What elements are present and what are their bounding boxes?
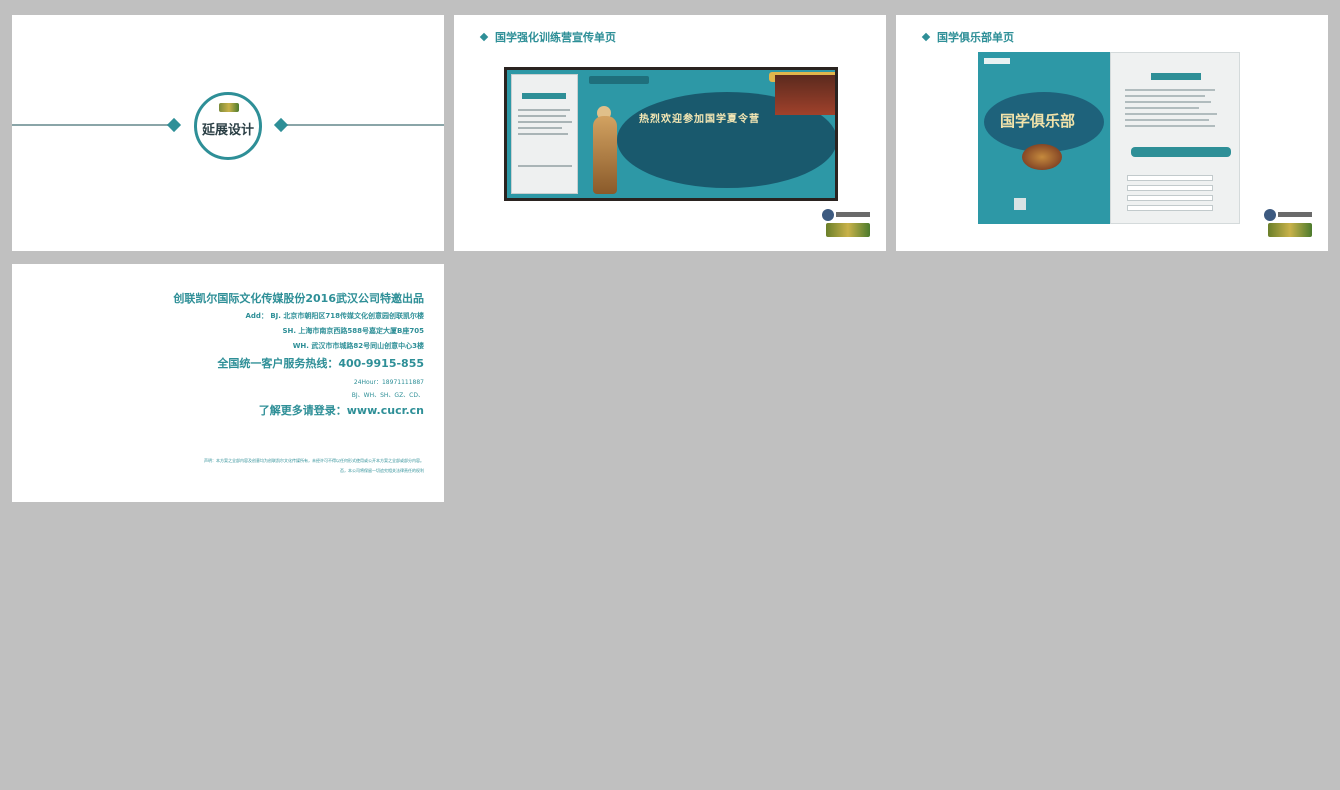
logo-icon — [219, 103, 239, 112]
brand-logo — [1264, 209, 1314, 239]
hotline-24h: 24Hour：18971111887 — [353, 379, 424, 386]
form-row — [1127, 175, 1213, 181]
logo-mark-icon — [1268, 223, 1312, 237]
slide-contact[interactable]: 创联凯尔国际文化传媒股份2016武汉公司特邀出品 Add： BJ. 北京市朝阳区… — [12, 264, 444, 502]
qr-code-icon — [1014, 198, 1026, 210]
divider-left — [12, 124, 172, 126]
temple-photo-icon — [1022, 144, 1062, 170]
side-text-line — [518, 165, 572, 167]
disclaimer-line-1: 声明：本方案之全部内容及创意均为创联凯尔文化传媒所有，未经许可不得以任何形式使用… — [204, 458, 424, 463]
badge-icon — [822, 209, 834, 221]
divider-right — [286, 124, 444, 126]
temple-icon — [775, 75, 835, 115]
side-text-line — [518, 109, 570, 111]
logo-text-icon — [1278, 212, 1312, 217]
side-text-line — [518, 121, 572, 123]
banner-preview: 热烈欢迎参加国学夏令营 — [504, 67, 838, 201]
brand-logo — [822, 209, 872, 239]
inner-text-line — [1125, 101, 1211, 103]
banner-logo-icon — [589, 76, 649, 84]
inner-text-line — [1125, 95, 1205, 97]
form-row — [1127, 185, 1213, 191]
heading-diamond-icon — [921, 32, 931, 42]
inner-text-line — [1125, 113, 1217, 115]
title-badge: 延展设计 — [194, 92, 262, 160]
diamond-left-icon — [166, 117, 182, 133]
form-row — [1127, 195, 1213, 201]
hotline: 全国统一客户服务热线：400-9915-855 — [217, 357, 424, 370]
heading-diamond-icon — [479, 32, 489, 42]
form-row — [1127, 205, 1213, 211]
slide-brochure[interactable]: 国学俱乐部单页 国学俱乐部 — [896, 15, 1328, 251]
logo-mark-icon — [826, 223, 870, 237]
disclaimer-line-2: 否，本公司将保留一切追究相关法律责任的权利 — [340, 468, 424, 473]
website-link[interactable]: 了解更多请登录：www.cucr.cn — [259, 402, 424, 418]
slide-heading: 国学强化训练营宣传单页 — [495, 31, 616, 44]
brochure-inner-page — [1110, 52, 1240, 224]
side-text-line — [518, 133, 568, 135]
inner-band — [1131, 147, 1231, 157]
inner-text-line — [1125, 107, 1199, 109]
inner-tag — [1151, 73, 1201, 80]
side-text-line — [518, 115, 566, 117]
inner-text-line — [1125, 119, 1209, 121]
banner-title: 热烈欢迎参加国学夏令营 — [639, 114, 760, 125]
badge-icon — [1264, 209, 1276, 221]
cover-title: 延展设计 — [201, 123, 254, 138]
slide-heading: 国学俱乐部单页 — [937, 31, 1014, 44]
banner-side-panel — [511, 74, 578, 194]
logo-text-icon — [836, 212, 870, 217]
address-bj: Add： BJ. 北京市朝阳区718传媒文化创意园创联凯尔楼 — [245, 312, 424, 320]
side-text-line — [518, 127, 562, 129]
city-list: BJ、WH、SH、GZ、CD、 — [351, 392, 424, 399]
confucius-figure-icon — [593, 116, 617, 194]
inner-text-line — [1125, 89, 1215, 91]
company-name: 创联凯尔国际文化传媒股份2016武汉公司特邀出品 — [173, 292, 424, 305]
slide-banner[interactable]: 国学强化训练营宣传单页 热烈欢迎参加国学夏令营 — [454, 15, 886, 251]
brochure-cover: 国学俱乐部 — [978, 52, 1110, 224]
slide-cover[interactable]: 延展设计 — [12, 15, 444, 251]
cover-tag — [984, 58, 1010, 64]
inner-text-line — [1125, 125, 1215, 127]
address-sh: SH. 上海市南京西路588号嘉定大厦B座705 — [282, 327, 424, 335]
brochure-title: 国学俱乐部 — [1000, 112, 1076, 130]
address-wh: WH. 武汉市市城路82号同山创意中心3楼 — [292, 342, 424, 350]
diamond-right-icon — [273, 117, 289, 133]
side-tag — [522, 93, 566, 99]
